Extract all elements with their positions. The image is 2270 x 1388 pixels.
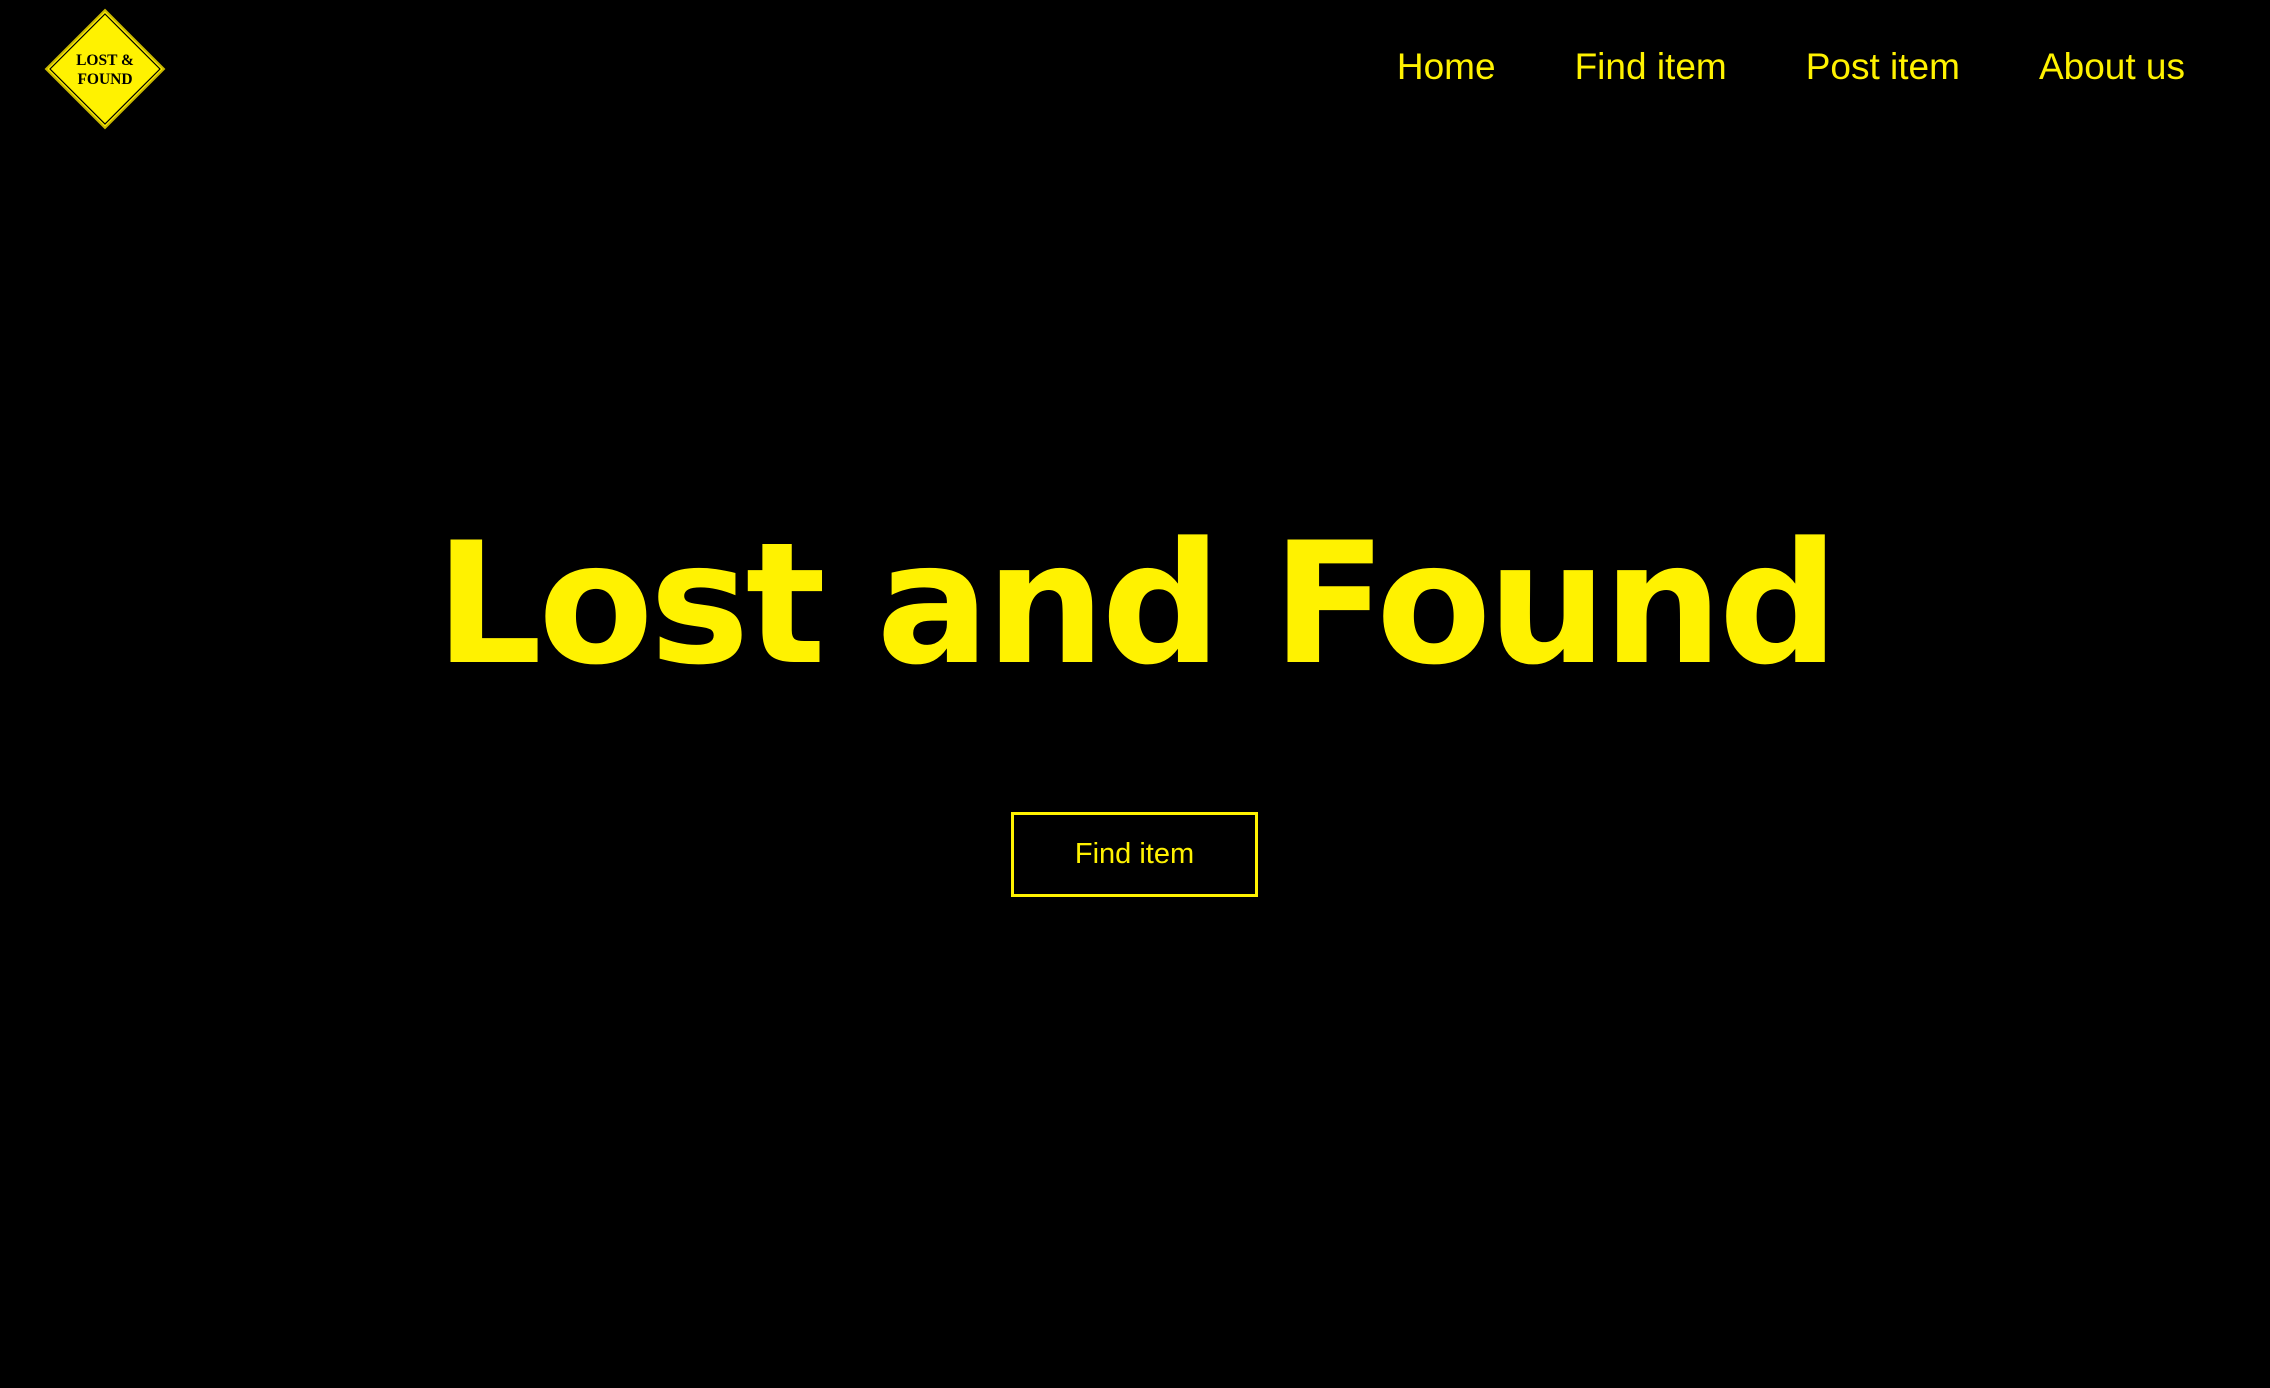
nav-link-about-us[interactable]: About us <box>2039 48 2185 85</box>
main-nav: Home Find item Post item About us <box>1397 48 2185 85</box>
hero-title: Lost and Found <box>435 506 1839 702</box>
logo-text-line1: LOST & <box>76 52 134 69</box>
nav-link-find-item[interactable]: Find item <box>1575 48 1727 85</box>
site-logo[interactable]: LOST & FOUND <box>44 8 166 130</box>
logo-text-line2: FOUND <box>77 71 132 88</box>
find-item-button[interactable]: Find item <box>1011 812 1258 897</box>
nav-link-post-item[interactable]: Post item <box>1806 48 1960 85</box>
lost-found-sign-icon: LOST & FOUND <box>44 8 166 130</box>
nav-link-home[interactable]: Home <box>1397 48 1496 85</box>
